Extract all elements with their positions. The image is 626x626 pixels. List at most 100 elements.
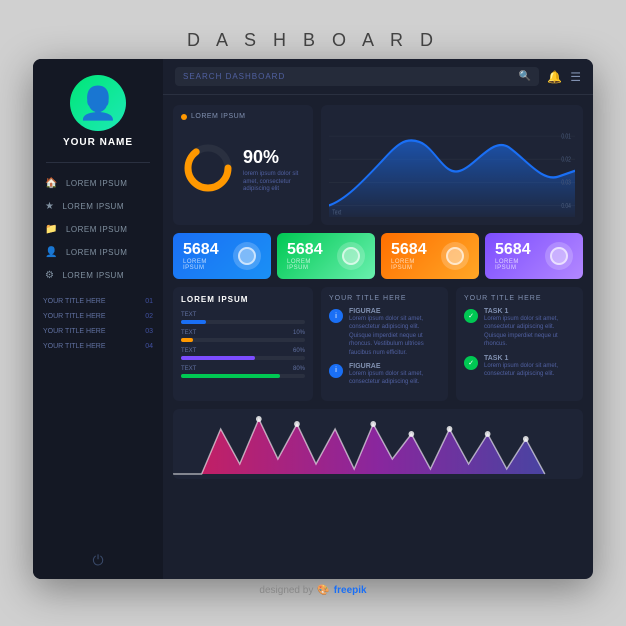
stat-circle-inner-0 [238, 247, 256, 265]
title-item-text-1-0: Lorem ipsum dolor sit amet, consectetur … [484, 315, 575, 349]
progress-row-3: TEXT 80% [181, 366, 305, 378]
power-icon[interactable]: ⏻ [92, 552, 103, 569]
title-item-text-0-1: Lorem ipsum dolor sit amet, consectetur … [349, 370, 440, 387]
stat-info-1: 5684 LOREM IPSUM [287, 241, 329, 271]
search-icon: 🔍 [519, 71, 531, 82]
sidebar-nav: 🏠 LOREM IPSUM ★ LOREM IPSUM 📁 LOREM IPSU… [33, 173, 163, 286]
sidebar-link-label-3: YOUR TITLE HERE [43, 343, 106, 350]
main-content: SEARCH DASHBOARD 🔍 🔔 ☰ LOREM IPSUM [163, 59, 593, 579]
header-icons: 🔔 ☰ [547, 70, 581, 84]
progress-bar-bg-1 [181, 338, 305, 342]
stat-info-0: 5684 LOREM IPSUM [183, 241, 225, 271]
stat-label-3: LOREM IPSUM [495, 259, 537, 271]
sidebar-link-1[interactable]: YOUR TITLE HERE 02 [43, 311, 153, 322]
title-card-item-0-1: i FIGURAE Lorem ipsum dolor sit amet, co… [329, 363, 440, 387]
progress-pct-3: 80% [293, 366, 305, 372]
search-bar[interactable]: SEARCH DASHBOARD 🔍 [175, 67, 539, 86]
progress-pct-2: 60% [293, 348, 305, 354]
user-icon: 👤 [45, 247, 58, 258]
sidebar-link-num-0: 01 [145, 298, 153, 305]
sidebar-link-num-1: 02 [145, 313, 153, 320]
sidebar-link-num-3: 04 [145, 343, 153, 350]
stat-circle-3 [545, 242, 573, 270]
title-item-content-1-0: TASK 1 Lorem ipsum dolor sit amet, conse… [484, 308, 575, 349]
svg-text:0.01: 0.01 [561, 134, 571, 141]
sidebar-link-num-2: 03 [145, 328, 153, 335]
top-row: LOREM IPSUM 90% lorem ipsum do [173, 105, 583, 225]
donut-percent: 90% [243, 147, 305, 168]
progress-row-2: TEXT 60% [181, 348, 305, 360]
sidebar-item-label-3: LOREM IPSUM [66, 248, 128, 257]
donut-subtext: lorem ipsum dolor sit amet, consectetur … [243, 171, 305, 194]
svg-text:Text: Text [332, 210, 341, 217]
sidebar-link-label-0: YOUR TITLE HERE [43, 298, 106, 305]
stat-circle-inner-2 [446, 247, 464, 265]
title-icon-1-0: ✓ [464, 309, 478, 323]
sidebar-item-label-4: LOREM IPSUM [62, 271, 124, 280]
stat-card-2: 5684 LOREM IPSUM [381, 233, 479, 279]
progress-label-3: TEXT [181, 366, 196, 372]
sidebar-links: YOUR TITLE HERE 01 YOUR TITLE HERE 02 YO… [33, 296, 163, 352]
progress-bar-fill-1 [181, 338, 193, 342]
stat-circle-inner-3 [550, 247, 568, 265]
progress-bar-bg-2 [181, 356, 305, 360]
title-card-header-0: YOUR TITLE HERE [329, 295, 440, 302]
svg-text:0.04: 0.04 [561, 203, 571, 210]
donut-label: LOREM IPSUM [191, 113, 246, 120]
donut-chart [181, 141, 235, 200]
sidebar-item-0[interactable]: 🏠 LOREM IPSUM [33, 173, 163, 194]
sidebar-item-label-1: LOREM IPSUM [62, 202, 124, 211]
stat-circle-0 [233, 242, 261, 270]
title-icon-0-1: i [329, 364, 343, 378]
title-item-text-1-1: Lorem ipsum dolor sit amet, consectetur … [484, 362, 575, 379]
progress-card: LOREM IPSUM TEXT TEXT 10% [173, 287, 313, 401]
sidebar-item-4[interactable]: ⚙ LOREM IPSUM [33, 265, 163, 286]
progress-title: LOREM IPSUM [181, 295, 305, 304]
svg-text:0.03: 0.03 [561, 180, 571, 187]
sidebar-item-label-0: LOREM IPSUM [66, 179, 128, 188]
donut-card: LOREM IPSUM 90% lorem ipsum do [173, 105, 313, 225]
bottom-section: LOREM IPSUM TEXT TEXT 10% [173, 287, 583, 401]
folder-icon: 📁 [45, 224, 58, 235]
home-icon: 🏠 [45, 178, 58, 189]
stat-circle-inner-1 [342, 247, 360, 265]
title-item-name-0-1: FIGURAE [349, 363, 440, 370]
stat-label-2: LOREM IPSUM [391, 259, 433, 271]
sidebar-item-label-2: LOREM IPSUM [66, 225, 128, 234]
footer-text: designed by [259, 585, 313, 596]
sidebar-item-2[interactable]: 📁 LOREM IPSUM [33, 219, 163, 240]
title-card-header-1: YOUR TITLE HERE [464, 295, 575, 302]
bell-icon[interactable]: 🔔 [547, 70, 562, 84]
menu-icon[interactable]: ☰ [570, 70, 581, 84]
progress-bar-bg-0 [181, 320, 305, 324]
progress-bar-fill-2 [181, 356, 255, 360]
title-card-item-0-0: i FIGURAE Lorem ipsum dolor sit amet, co… [329, 308, 440, 357]
sidebar-link-0[interactable]: YOUR TITLE HERE 01 [43, 296, 153, 307]
avatar: 👤 [70, 75, 126, 131]
sidebar-link-2[interactable]: YOUR TITLE HERE 03 [43, 326, 153, 337]
sidebar: 👤 YOUR NAME 🏠 LOREM IPSUM ★ LOREM IPSUM … [33, 59, 163, 579]
title-card-0: YOUR TITLE HERE i FIGURAE Lorem ipsum do… [321, 287, 448, 401]
footer-brand: freepik [334, 585, 367, 596]
stat-label-0: LOREM IPSUM [183, 259, 225, 271]
progress-row-1: TEXT 10% [181, 330, 305, 342]
title-item-name-1-0: TASK 1 [484, 308, 575, 315]
progress-label-2: TEXT [181, 348, 196, 354]
sidebar-link-label-1: YOUR TITLE HERE [43, 313, 106, 320]
sidebar-link-3[interactable]: YOUR TITLE HERE 04 [43, 341, 153, 352]
stat-info-2: 5684 LOREM IPSUM [391, 241, 433, 271]
title-card-1: YOUR TITLE HERE ✓ TASK 1 Lorem ipsum dol… [456, 287, 583, 401]
freepik-icon: 🎨 [317, 585, 329, 596]
progress-bar-fill-0 [181, 320, 206, 324]
donut-info: 90% lorem ipsum dolor sit amet, consecte… [243, 147, 305, 194]
progress-bar-fill-3 [181, 374, 280, 378]
title-item-content-0-0: FIGURAE Lorem ipsum dolor sit amet, cons… [349, 308, 440, 357]
sidebar-item-1[interactable]: ★ LOREM IPSUM [33, 196, 163, 217]
title-item-content-0-1: FIGURAE Lorem ipsum dolor sit amet, cons… [349, 363, 440, 387]
orange-dot [181, 114, 187, 120]
stat-info-3: 5684 LOREM IPSUM [495, 241, 537, 271]
stat-circle-2 [441, 242, 469, 270]
footer: designed by 🎨 freepik [259, 585, 366, 596]
sidebar-item-3[interactable]: 👤 LOREM IPSUM [33, 242, 163, 263]
line-chart-card: 0.01 0.02 0.03 0.04 Text [321, 105, 583, 225]
